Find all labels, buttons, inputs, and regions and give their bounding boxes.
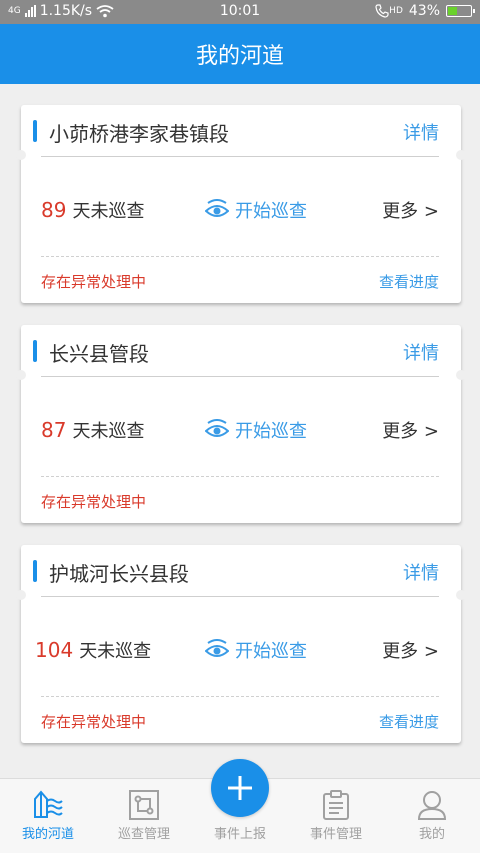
detail-link[interactable]: 详情: [403, 119, 439, 145]
river-name: 小茆桥港李家巷镇段: [49, 122, 229, 146]
start-patrol-button[interactable]: 开始巡查: [205, 637, 307, 663]
tab-mine[interactable]: 我的: [384, 779, 480, 853]
days-unpatrolled: 89 天未巡查: [41, 197, 144, 223]
eye-icon: [205, 639, 229, 657]
hd-label: HD: [389, 6, 403, 16]
card-body: 87 天未巡查 开始巡查 更多 >: [41, 377, 439, 477]
anomaly-status: 存在异常处理中: [41, 713, 147, 731]
anomaly-status: 存在异常处理中: [41, 493, 147, 511]
view-progress-link[interactable]: 查看进度: [379, 271, 439, 292]
detail-link[interactable]: 详情: [403, 559, 439, 585]
days-label: 天未巡查: [79, 641, 152, 662]
accent-bar: [33, 340, 37, 362]
days-unpatrolled: 87 天未巡查: [41, 417, 144, 443]
days-label: 天未巡查: [72, 421, 145, 442]
detail-link[interactable]: 详情: [403, 339, 439, 365]
river-card[interactable]: 长兴县管段 详情 87 天未巡查 开始巡查 更多 > 存在异常处理中: [16, 325, 466, 523]
days-count: 89: [41, 198, 67, 222]
view-progress-link[interactable]: 查看进度: [379, 711, 439, 732]
tab-label: 我的河道: [21, 827, 74, 842]
card-footer: 存在异常处理中 查看进度: [41, 257, 439, 303]
eye-icon: [205, 419, 229, 437]
accent-bar: [33, 120, 37, 142]
patrol-icon: [129, 790, 159, 820]
tab-my-river[interactable]: 我的河道: [0, 779, 96, 853]
tab-label: 巡查管理: [117, 827, 170, 842]
start-patrol-label: 开始巡查: [235, 421, 307, 442]
clipboard-icon: [323, 790, 349, 820]
start-patrol-label: 开始巡查: [235, 201, 307, 222]
start-patrol-button[interactable]: 开始巡查: [205, 197, 307, 223]
card-body: 104 天未巡查 开始巡查 更多 >: [35, 597, 439, 697]
river-card[interactable]: 护城河长兴县段 详情 104 天未巡查 开始巡查 更多 > 存在异常处理中 查看进…: [16, 545, 466, 743]
anomaly-status: 存在异常处理中: [41, 273, 147, 291]
start-patrol-label: 开始巡查: [235, 641, 307, 662]
battery-icon: [446, 5, 475, 17]
river-icon: [34, 790, 63, 818]
tab-label: 我的: [418, 827, 445, 842]
add-event-button[interactable]: [211, 759, 269, 817]
more-link[interactable]: 更多 >: [382, 417, 439, 443]
battery-percent: 43%: [408, 3, 440, 19]
card-body: 89 天未巡查 开始巡查 更多 >: [41, 157, 439, 257]
river-card[interactable]: 小茆桥港李家巷镇段 详情 89 天未巡查 开始巡查 更多 > 存在异常处理中 查看…: [16, 105, 466, 303]
phone-icon: [375, 4, 389, 18]
card-footer: 存在异常处理中: [41, 477, 439, 523]
page-header: 我的河道: [0, 24, 480, 84]
days-label: 天未巡查: [72, 201, 145, 222]
user-icon: [417, 791, 447, 820]
days-count: 104: [35, 638, 74, 662]
status-right: HD 43%: [375, 3, 475, 19]
tab-event-management[interactable]: 事件管理: [288, 779, 384, 853]
more-link[interactable]: 更多 >: [382, 637, 439, 663]
tab-patrol-management[interactable]: 巡查管理: [96, 779, 192, 853]
eye-icon: [205, 199, 229, 217]
river-name: 长兴县管段: [49, 342, 149, 366]
card-header: 小茆桥港李家巷镇段 详情: [33, 105, 439, 157]
more-link[interactable]: 更多 >: [382, 197, 439, 223]
days-count: 87: [41, 418, 67, 442]
tab-label: 事件上报: [213, 827, 266, 842]
card-header: 护城河长兴县段 详情: [33, 545, 439, 597]
accent-bar: [33, 560, 37, 582]
card-header: 长兴县管段 详情: [33, 325, 439, 377]
page-title: 我的河道: [195, 44, 284, 69]
river-name: 护城河长兴县段: [49, 562, 189, 586]
days-unpatrolled: 104 天未巡查: [35, 637, 151, 663]
tab-label: 事件管理: [309, 827, 362, 842]
card-footer: 存在异常处理中 查看进度: [41, 697, 439, 743]
start-patrol-button[interactable]: 开始巡查: [205, 417, 307, 443]
status-bar: 4G 1.15K/s 10:01 HD 43%: [0, 0, 480, 24]
